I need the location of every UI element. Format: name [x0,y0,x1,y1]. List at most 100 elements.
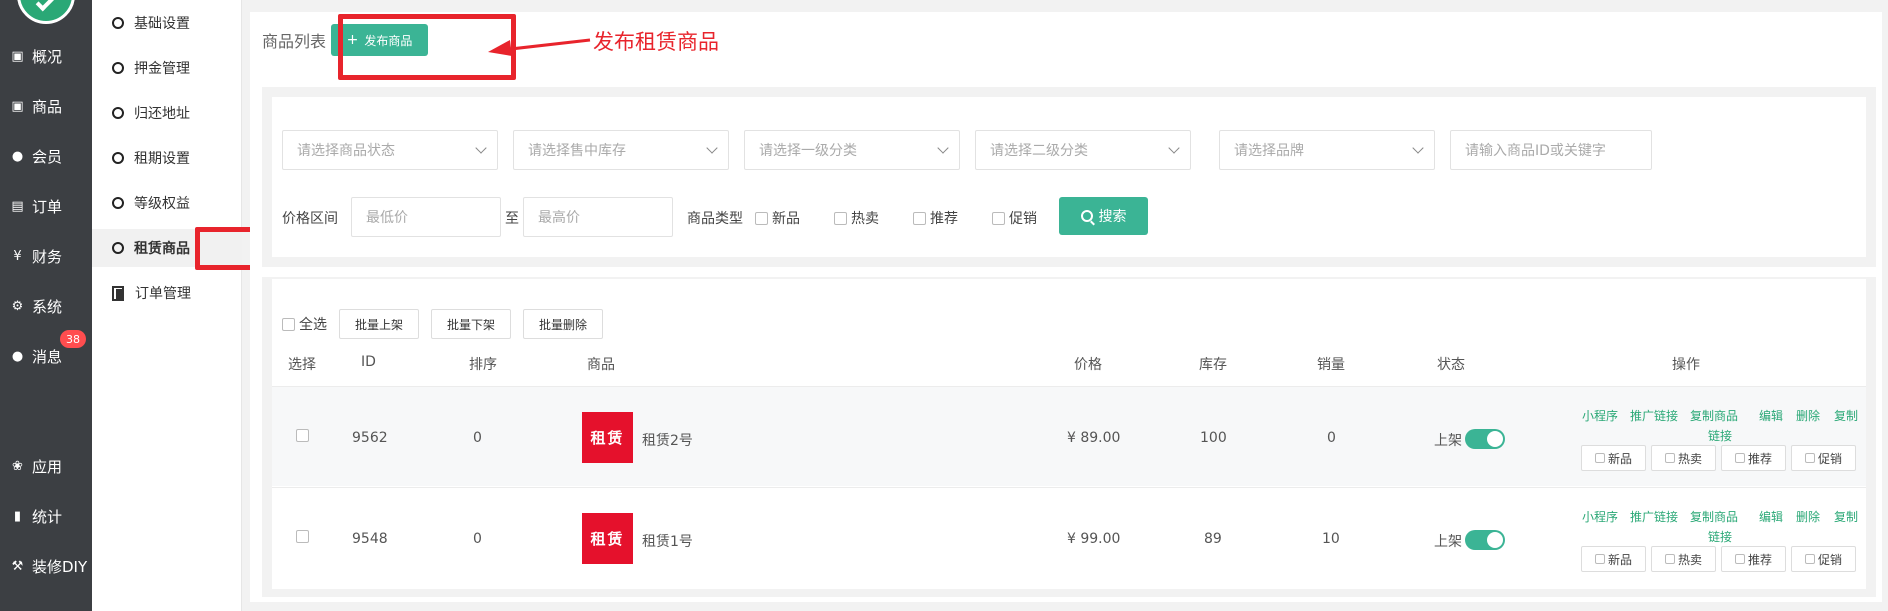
status-select-placeholder: 请选择商品状态 [297,143,395,159]
copy-product-link[interactable]: 复制商品 [1690,508,1738,525]
nav-item-orders[interactable]: ▤ 订单 [0,191,92,221]
submenu-label: 基础设置 [134,16,190,32]
tag-recommend-button[interactable]: 推荐 [1721,546,1786,572]
select-all-checkbox[interactable]: 全选 [282,314,327,334]
annotation-text: 发布租赁商品 [593,30,719,54]
stock-select[interactable]: 请选择售中库存 [513,130,729,170]
search-icon [1080,210,1093,222]
box-icon: ▣ [11,98,24,114]
nav-label: 消息 [32,347,63,366]
edit-link[interactable]: 编辑 [1759,407,1783,424]
nav-label: 订单 [32,197,63,216]
submenu-deposit[interactable]: 押金管理 [92,49,242,87]
bulk-off-shelf-button[interactable]: 批量下架 [431,309,512,339]
category2-select[interactable]: 请选择二级分类 [975,130,1191,170]
miniprogram-link[interactable]: 小程序 [1582,508,1618,525]
circle-icon [112,62,124,74]
miniprogram-link[interactable]: 小程序 [1582,407,1618,424]
brand-select[interactable]: 请选择品牌 [1219,130,1435,170]
category1-select[interactable]: 请选择一级分类 [744,130,960,170]
nav-item-finance[interactable]: ¥ 财务 [0,241,92,271]
yen-icon: ¥ [13,248,22,264]
col-header-price: 价格 [1074,357,1102,373]
brand-placeholder: 请选择品牌 [1234,143,1304,159]
max-price-input[interactable]: 最高价 [523,197,673,237]
nav-item-stats[interactable]: ▮ 统计 [0,501,92,531]
tag-new-button[interactable]: 新品 [1581,445,1646,471]
copy-link-continued[interactable]: 链接 [1708,528,1732,545]
type-label: 新品 [772,211,800,227]
copy-icon [112,286,125,301]
nav-item-members[interactable]: ● 会员 [0,141,92,171]
tag-hot-button[interactable]: 热卖 [1651,445,1716,471]
product-price: ¥ 99.00 [1067,531,1121,547]
col-header-actions: 操作 [1672,357,1700,373]
submenu-level-benefits[interactable]: 等级权益 [92,184,242,222]
copy-product-link[interactable]: 复制商品 [1690,407,1738,424]
submenu-label: 租赁商品 [134,241,190,257]
checkbox [1804,554,1815,564]
checkbox [1804,453,1815,463]
nav-item-overview[interactable]: ▣ 概况 [0,41,92,71]
keyword-input[interactable]: 请输入商品ID或关键字 [1450,130,1652,170]
tag-label: 促销 [1817,552,1842,567]
chevron-down-icon [1168,142,1180,154]
tag-new-button[interactable]: 新品 [1581,546,1646,572]
col-header-status: 状态 [1437,357,1465,373]
tag-promo-button[interactable]: 促销 [1791,546,1856,572]
tag-promo-button[interactable]: 促销 [1791,445,1856,471]
box-icon: ▣ [11,48,24,64]
type-promo-checkbox[interactable]: 促销 [992,208,1037,228]
submenu-order-management[interactable]: 订单管理 [92,274,242,312]
nav-label: 统计 [32,507,63,526]
min-price-input[interactable]: 最低价 [351,197,501,237]
status-toggle[interactable] [1465,429,1505,449]
type-new-checkbox[interactable]: 新品 [755,208,800,228]
circle-icon [112,197,124,209]
app-root: ▣ 概况 ▣ 商品 ● 会员 ▤ 订单 ¥ 财务 ⚙ 系统 ● 消息 38 ❀ 应用 ▮ 统计 ⚒… [0,0,1888,611]
users-icon: ● [11,148,24,164]
delete-link[interactable]: 删除 [1796,407,1820,424]
submenu-basic-settings[interactable]: 基础设置 [92,4,242,42]
type-recommend-checkbox[interactable]: 推荐 [913,208,958,228]
nav-item-system[interactable]: ⚙ 系统 [0,291,92,321]
tag-hot-button[interactable]: 热卖 [1651,546,1716,572]
chevron-down-icon [1412,142,1424,154]
copy-link[interactable]: 复制 [1834,407,1858,424]
submenu-return-address[interactable]: 归还地址 [92,94,242,132]
promo-link[interactable]: 推广链接 [1630,407,1678,424]
main-sidebar: ▣ 概况 ▣ 商品 ● 会员 ▤ 订单 ¥ 财务 ⚙ 系统 ● 消息 38 ❀ 应用 ▮ 统计 ⚒… [0,0,92,611]
edit-link[interactable]: 编辑 [1759,508,1783,525]
nav-item-decoration[interactable]: ⚒ 装修DIY [0,551,92,581]
nav-item-products[interactable]: ▣ 商品 [0,91,92,121]
row-checkbox[interactable] [296,429,309,442]
apps-icon: ❀ [12,458,23,474]
checkbox [834,211,847,225]
search-label: 搜索 [1098,209,1127,225]
product-name[interactable]: 租赁1号 [642,531,693,551]
submenu-lease-term[interactable]: 租期设置 [92,139,242,177]
tag-recommend-button[interactable]: 推荐 [1721,445,1786,471]
copy-link-continued[interactable]: 链接 [1708,427,1732,444]
submenu-label: 归还地址 [134,106,190,122]
tag-label: 推荐 [1747,552,1772,567]
col-header-stock: 库存 [1199,357,1227,373]
row-checkbox[interactable] [296,530,309,543]
promo-link[interactable]: 推广链接 [1630,508,1678,525]
checkbox [282,317,295,331]
max-price-placeholder: 最高价 [538,210,580,226]
type-hot-checkbox[interactable]: 热卖 [834,208,879,228]
nav-item-apps[interactable]: ❀ 应用 [0,451,92,481]
bulk-on-shelf-button[interactable]: 批量上架 [339,309,420,339]
copy-link[interactable]: 复制 [1834,508,1858,525]
logo [17,0,75,24]
status-toggle[interactable] [1465,530,1505,550]
nav-label: 财务 [32,247,63,266]
bulk-delete-button[interactable]: 批量删除 [523,309,604,339]
status-select[interactable]: 请选择商品状态 [282,130,498,170]
tag-label: 促销 [1817,451,1842,466]
product-name[interactable]: 租赁2号 [642,430,693,450]
delete-link[interactable]: 删除 [1796,508,1820,525]
search-button[interactable]: 搜索 [1059,197,1148,235]
status-label: 上架 [1434,534,1462,550]
